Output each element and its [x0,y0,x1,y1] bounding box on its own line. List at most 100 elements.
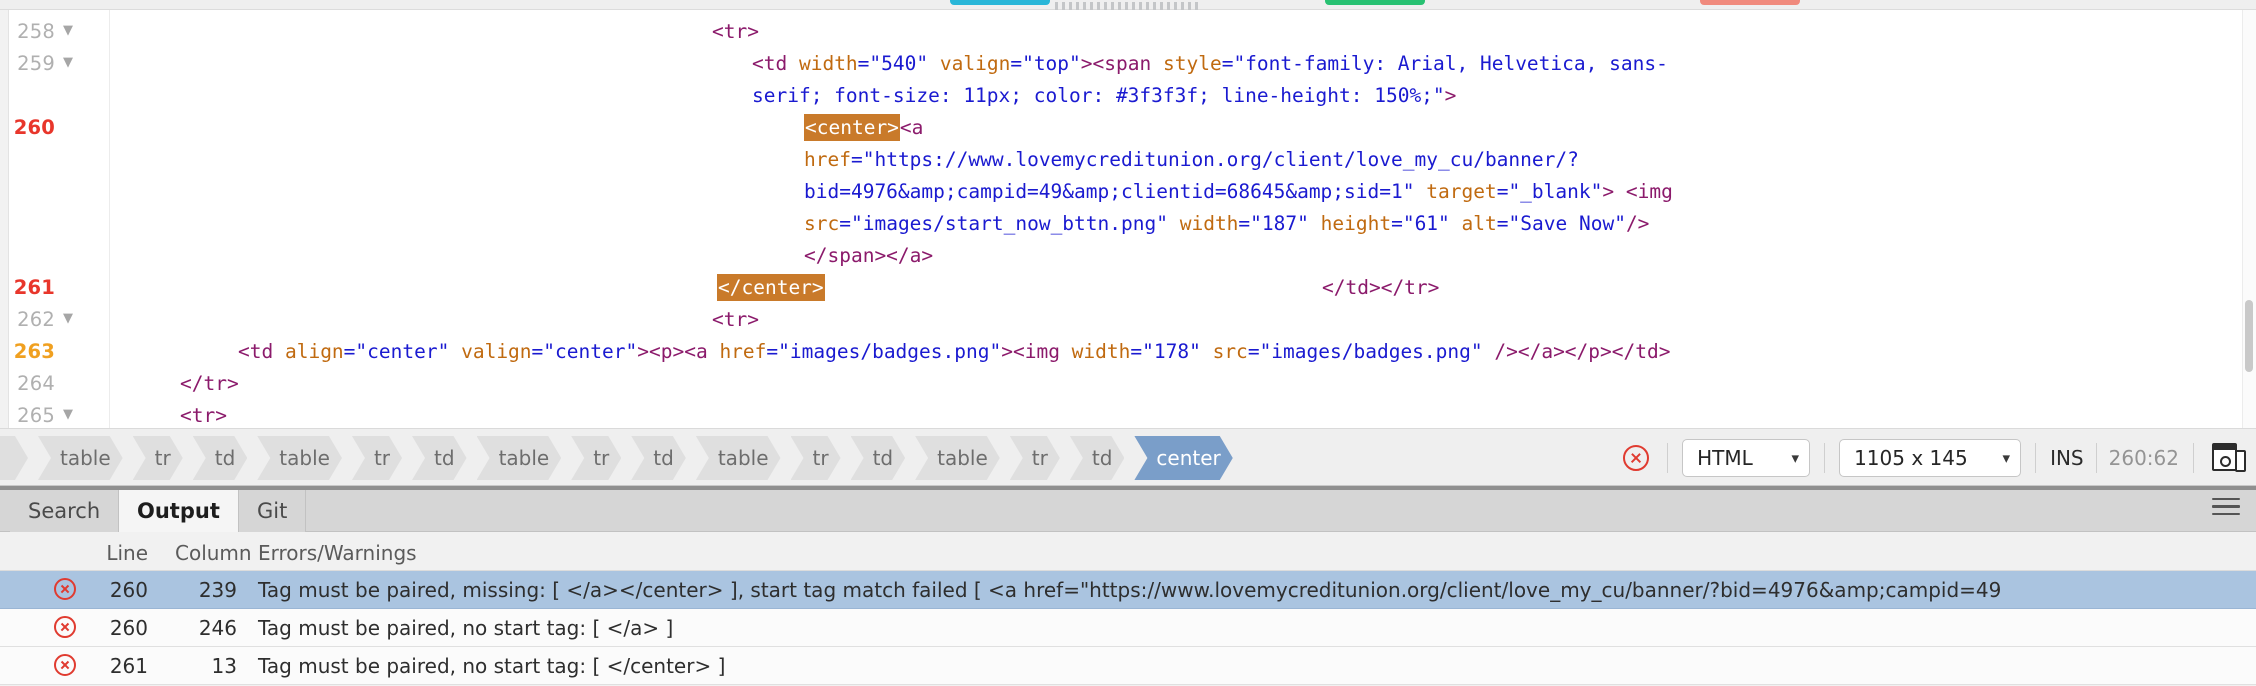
column-header-line[interactable]: Line [92,541,148,565]
table-row[interactable]: 260 239 Tag must be paired, missing: [ </a… [0,571,2256,609]
code-token: = [766,340,779,363]
chevron-down-icon: ▾ [1791,449,1800,467]
code-token: valign [461,340,532,363]
code-token: width [1179,212,1239,235]
breadcrumb-item-table[interactable]: table [38,436,123,480]
column-header-column[interactable]: Column [175,541,252,565]
breadcrumb-item-tr[interactable]: tr [133,436,183,480]
breadcrumb-item-table[interactable]: table [915,436,1000,480]
code-token: <td [752,52,799,75]
code-token: = [531,340,544,363]
code-token: "540" [869,52,929,75]
dimensions-select[interactable]: 1105 x 145 ▾ [1839,439,2022,477]
code-token: style [1162,52,1222,75]
code-token: = [1130,340,1143,363]
breadcrumb[interactable]: table tr td table tr td table tr td table tr td tabl… [0,435,1243,481]
code-line[interactable]: <td align="center" valign="center"><p><a… [238,336,1670,368]
error-indicator-icon[interactable] [1623,445,1650,471]
code-token: "_blank" [1508,180,1603,203]
breadcrumb-item-center[interactable]: center [1134,436,1232,480]
tab-stub-green[interactable] [1325,0,1425,5]
code-line[interactable]: <tr> [712,304,759,336]
code-fold-toggle-icon[interactable]: ▼ [61,24,75,37]
code-line[interactable]: </tr> [180,368,239,400]
breadcrumb-item-tr[interactable]: tr [571,436,621,480]
table-row[interactable]: 261 13 Tag must be paired, no start tag: [… [0,647,2256,685]
tab-stub-cyan[interactable] [950,0,1050,5]
cell-col: 13 [211,654,237,678]
language-select[interactable]: HTML ▾ [1682,439,1811,477]
splitter-grip-handle[interactable] [1055,2,1200,10]
code-token: = [857,52,870,75]
breadcrumb-item-td[interactable]: td [631,436,686,480]
browser-preview-icon[interactable] [2212,443,2246,473]
breadcrumb-item-root[interactable] [0,436,28,480]
code-token: target [1426,180,1497,203]
code-line[interactable]: </td></tr> [1322,272,1439,304]
table-row[interactable]: 260 246 Tag must be paired, no start tag: … [0,609,2256,647]
code-token: = [1391,212,1403,235]
editor-vertical-scrollbar[interactable] [2242,10,2256,428]
tab-search[interactable]: Search [10,490,120,532]
cell-col: 239 [198,578,237,602]
code-token: <a [684,340,720,363]
line-number-gutter[interactable]: 258 ▼ 259 ▼ 260 261 262 ▼ 263 264 265 ▼ [9,10,109,428]
code-line[interactable]: href="https://www.lovemycreditunion.org/… [804,144,1579,176]
line-number: 260 [13,116,55,139]
code-line[interactable]: <tr> [180,400,227,428]
tab-git[interactable]: Git [239,490,307,532]
breadcrumb-item-tr[interactable]: tr [352,436,402,480]
tab-strip-partial [0,0,2256,10]
code-token: > [637,340,649,363]
code-fold-toggle-icon[interactable]: ▼ [61,312,75,325]
line-number: 258 [17,20,55,43]
code-token: > [1001,340,1013,363]
cell-line: 260 [109,616,148,640]
cell-line: 260 [109,578,148,602]
breadcrumb-item-table[interactable]: table [257,436,342,480]
code-line[interactable]: </span></a> [804,240,933,272]
code-token: </td></tr> [1322,276,1440,299]
breadcrumb-item-table[interactable]: table [696,436,781,480]
code-line[interactable]: <tr> [712,16,759,48]
breadcrumb-item-tr[interactable]: tr [1010,436,1060,480]
breadcrumb-item-tr[interactable]: tr [791,436,841,480]
code-fold-toggle-icon[interactable]: ▼ [61,408,75,421]
tab-output[interactable]: Output [119,490,239,532]
breadcrumb-item-td[interactable]: td [1070,436,1125,480]
code-fold-toggle-icon[interactable]: ▼ [61,56,75,69]
breadcrumb-item-table[interactable]: table [477,436,562,480]
breadcrumb-item-td[interactable]: td [412,436,467,480]
chevron-down-icon: ▾ [2002,449,2011,467]
code-token: <tr> [180,404,227,427]
code-line[interactable]: <center><a [804,112,923,144]
column-header-errors-warnings[interactable]: Errors/Warnings [258,541,417,565]
code-text[interactable]: <tr> <td width="540" valign="top"><span s… [112,10,2256,428]
breadcrumb-item-td[interactable]: td [193,436,248,480]
insert-mode-indicator[interactable]: INS [2050,446,2084,470]
code-token: "187" [1250,212,1309,235]
error-icon [54,654,76,676]
code-token: "178" [1142,340,1201,363]
code-token: src [804,212,840,235]
editor-scrollbar-thumb[interactable] [2245,300,2253,372]
code-line[interactable]: </center> [717,272,825,304]
code-token: src [1212,340,1248,363]
panel-menu-icon[interactable] [2212,498,2240,518]
code-line[interactable]: serif; font-size: 11px; color: #3f3f3f; … [752,80,1456,112]
code-line[interactable]: src="images/start_now_bttn.png" width="1… [804,208,1649,240]
code-token: serif; font-size: 11px; color: #3f3f3f; … [752,84,1445,107]
dimensions-select-value: 1105 x 145 [1854,446,1968,470]
divider [2193,443,2194,473]
cursor-position-indicator[interactable]: 260:62 [2109,446,2179,470]
code-line[interactable]: <td width="540" valign="top"><span style… [752,48,1668,80]
breadcrumb-item-td[interactable]: td [851,436,906,480]
code-token: /></a></p></td> [1482,340,1671,363]
tab-stub-salmon[interactable] [1700,0,1800,5]
code-line[interactable]: bid=4976&amp;campid=49&amp;clientid=6864… [804,176,1673,208]
editor-area[interactable]: 258 ▼ 259 ▼ 260 261 262 ▼ 263 264 265 ▼ <tr> <td wid… [0,10,2256,428]
cell-col: 246 [198,616,237,640]
